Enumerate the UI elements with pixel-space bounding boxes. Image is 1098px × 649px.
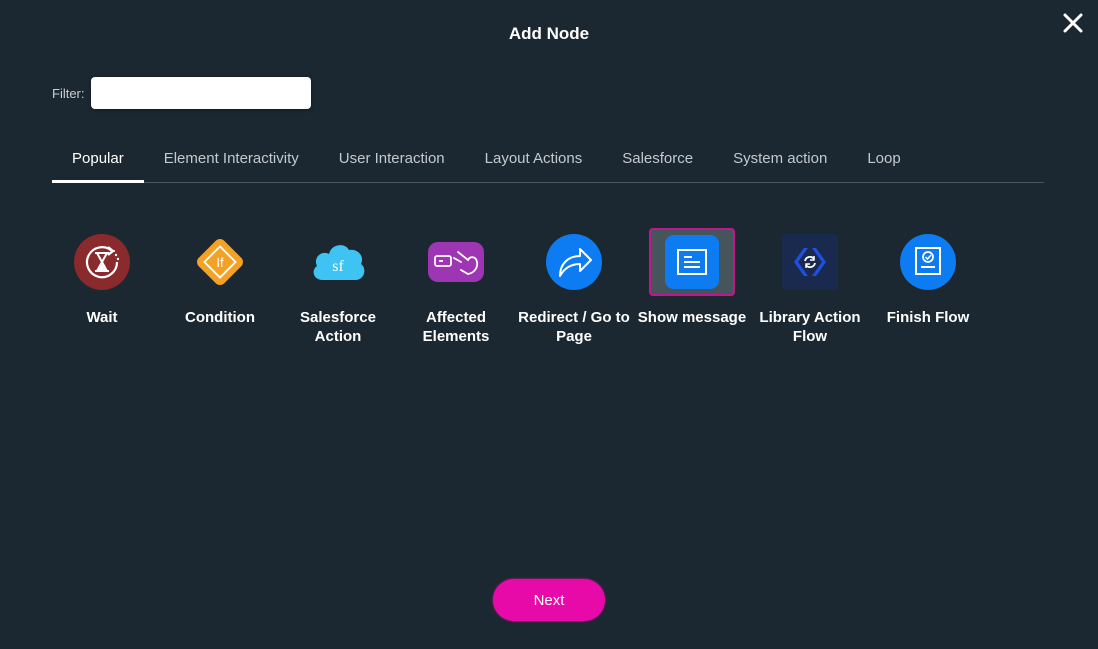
node-list: Wait If Condition sf Salesforce Action A… bbox=[43, 228, 987, 346]
dialog-title: Add Node bbox=[508, 24, 590, 43]
close-icon bbox=[1063, 13, 1083, 33]
node-condition[interactable]: If Condition bbox=[161, 228, 279, 346]
hand-pointer-element-icon bbox=[428, 242, 484, 282]
salesforce-cloud-icon: sf bbox=[313, 245, 365, 280]
tab-system-action[interactable]: System action bbox=[713, 140, 847, 182]
node-show-message[interactable]: Show message bbox=[633, 228, 751, 346]
close-button[interactable] bbox=[1060, 10, 1086, 36]
node-label: Condition bbox=[185, 309, 255, 326]
node-salesforce-action[interactable]: sf Salesforce Action bbox=[279, 228, 397, 346]
category-tabs: Popular Element Interactivity User Inter… bbox=[52, 140, 1044, 183]
filter-label: Filter: bbox=[52, 85, 85, 101]
finish-checkmark-icon bbox=[900, 234, 956, 290]
node-label: Library Action Flow bbox=[759, 309, 861, 345]
node-label: Redirect / Go to Page bbox=[518, 309, 630, 345]
node-label: Wait bbox=[86, 309, 118, 326]
add-node-dialog: Add Node Filter: Popular Element Interac… bbox=[0, 0, 1098, 649]
tab-element-interactivity[interactable]: Element Interactivity bbox=[144, 140, 319, 182]
node-label: Affected Elements bbox=[422, 309, 490, 345]
node-label: Finish Flow bbox=[886, 309, 970, 326]
if-diamond-icon: If bbox=[197, 239, 243, 285]
node-library-action-flow[interactable]: Library Action Flow bbox=[751, 228, 869, 346]
node-finish-flow[interactable]: Finish Flow bbox=[869, 228, 987, 346]
tab-popular[interactable]: Popular bbox=[52, 140, 144, 183]
redirect-arrow-icon bbox=[546, 234, 602, 290]
node-redirect-go-to-page[interactable]: Redirect / Go to Page bbox=[515, 228, 633, 346]
node-wait[interactable]: Wait bbox=[43, 228, 161, 346]
tab-user-interaction[interactable]: User Interaction bbox=[319, 140, 465, 182]
tab-layout-actions[interactable]: Layout Actions bbox=[465, 140, 603, 182]
node-affected-elements[interactable]: Affected Elements bbox=[397, 228, 515, 346]
hourglass-timer-icon bbox=[74, 234, 130, 290]
filter-input[interactable] bbox=[90, 77, 311, 109]
next-button[interactable]: Next bbox=[493, 579, 605, 621]
svg-text:If: If bbox=[216, 255, 224, 270]
svg-text:sf: sf bbox=[332, 258, 344, 275]
filter-row: Filter: bbox=[52, 77, 311, 109]
tab-salesforce[interactable]: Salesforce bbox=[602, 140, 713, 182]
node-label: Salesforce Action bbox=[300, 309, 376, 345]
library-code-sync-icon bbox=[782, 234, 838, 290]
message-box-icon bbox=[665, 235, 719, 289]
node-label: Show message bbox=[637, 309, 747, 326]
tab-loop[interactable]: Loop bbox=[847, 140, 920, 182]
